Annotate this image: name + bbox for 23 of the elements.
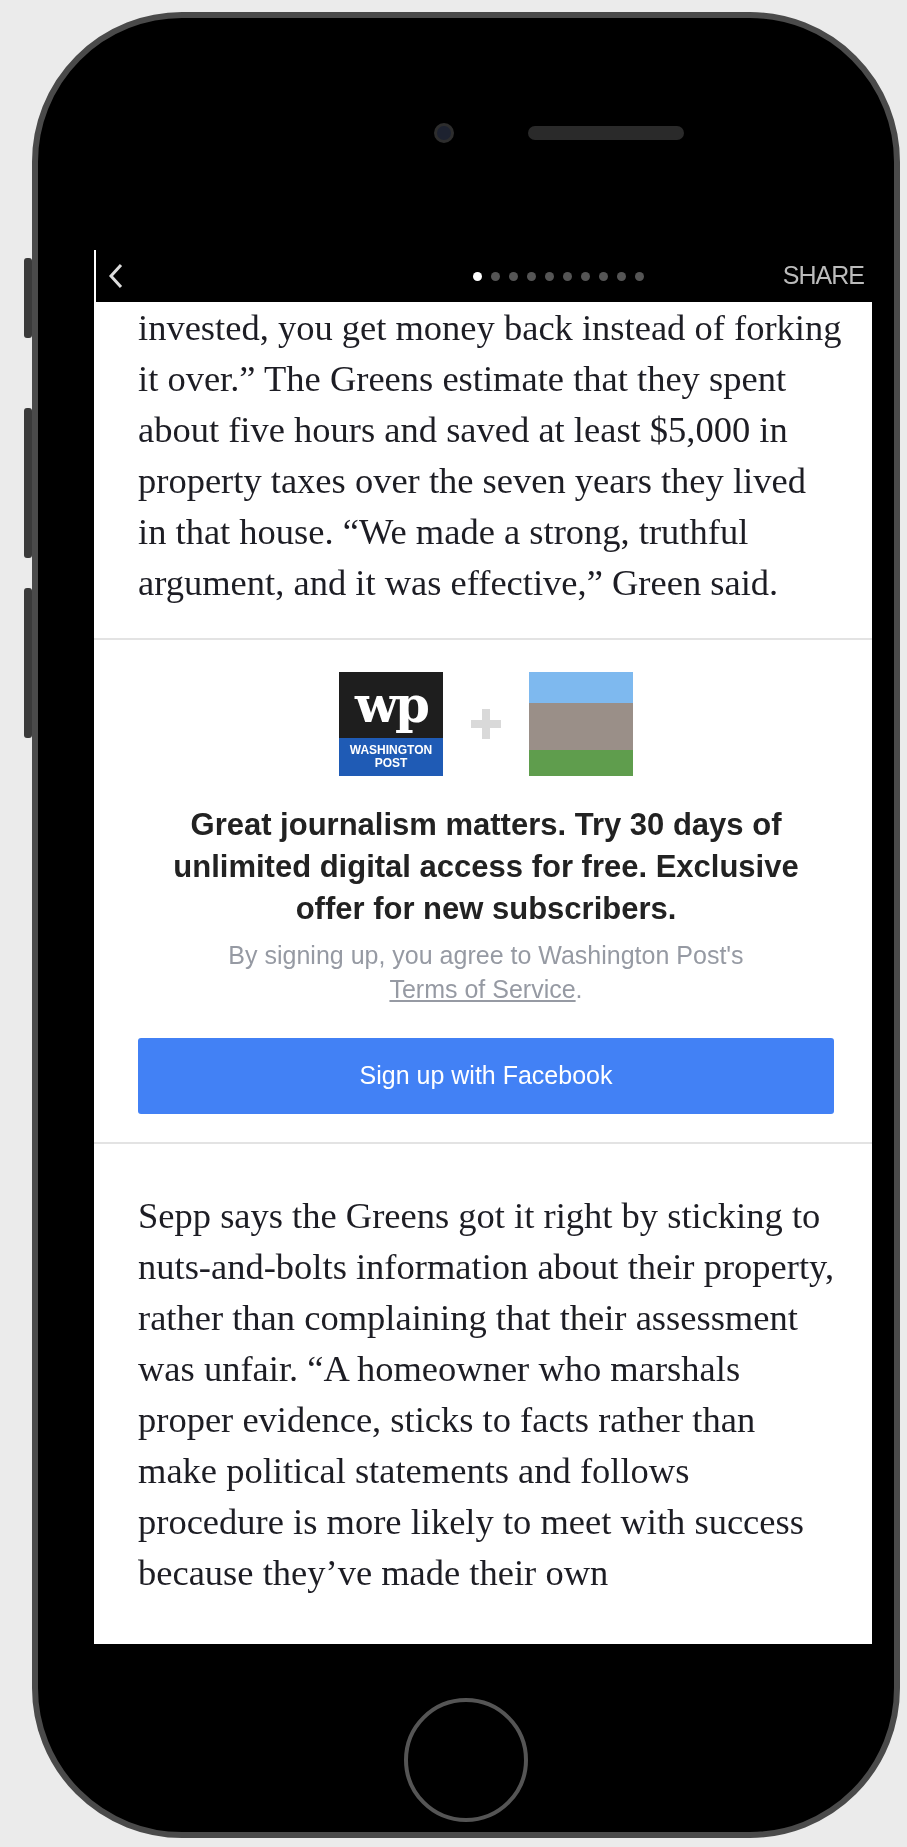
- terms-notice: By signing up, you agree to Washington Post's Terms of Service.: [227, 940, 745, 1005]
- logo-mark: wp: [353, 674, 429, 736]
- page-dot[interactable]: [598, 271, 608, 281]
- article-paragraph: invested, you get money back instead of forking it over.” The Greens estimate that they spent about five hours and saved at least $5,000 in property taxes over the seven years they lived in that house. “We made a strong, truthful argument, and it was effective,” Green said.: [137, 306, 843, 605]
- facebook-signup-button[interactable]: Sign up with Facebook: [138, 1038, 834, 1114]
- page-dot[interactable]: [562, 271, 572, 281]
- page-dot[interactable]: [526, 271, 536, 281]
- home-button[interactable]: [404, 1698, 528, 1822]
- page-dot[interactable]: [544, 271, 554, 281]
- share-link[interactable]: SHARE: [782, 257, 864, 295]
- page-dot[interactable]: [490, 271, 500, 281]
- back-icon[interactable]: [108, 263, 124, 289]
- page-dot[interactable]: [508, 271, 518, 281]
- camera-lens: [434, 123, 454, 143]
- article-paragraph: Sepp says the Greens got it right by sticking to nuts-and-bolts information about their property, rather than complaining that their assessment was unfair. “A homeowner who marshals proper evidence, sticks to facts rather than make political statements and follows procedure is more likely to meet with success because they’ve made their own: [137, 1194, 836, 1595]
- logo-text: WASHINGTON POST: [339, 738, 443, 776]
- page-dot[interactable]: [472, 271, 482, 281]
- page-dot[interactable]: [580, 271, 590, 281]
- terms-link[interactable]: Terms of Service: [389, 975, 576, 1003]
- page-dot[interactable]: [616, 271, 626, 281]
- plus-icon: [469, 707, 503, 741]
- page-dot[interactable]: [634, 271, 644, 281]
- promo-headline: Great journalism matters. Try 30 days of unlimited digital access for free. Exclusive offer for new subscribers.: [172, 806, 800, 928]
